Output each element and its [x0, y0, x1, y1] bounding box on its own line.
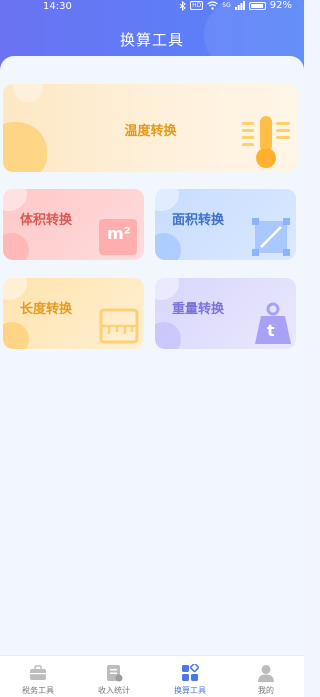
- card-decoration: [155, 278, 179, 300]
- status-time: 14:30: [43, 1, 72, 12]
- content-sheet: 温度转换 体积转换 m² 面积转换 长度转换 重量转换 t: [0, 56, 304, 656]
- weight-icon-text: t: [267, 321, 275, 340]
- tab-tax-tools[interactable]: 税务工具: [0, 656, 76, 697]
- tab-conversion-tools[interactable]: 换算工具: [152, 656, 228, 697]
- weight-label: 重量转换: [172, 302, 225, 317]
- battery-icon: [248, 1, 266, 10]
- status-bar: 14:30 HD 5G 92%: [0, 0, 304, 14]
- card-decoration: [155, 189, 179, 211]
- card-decoration: [3, 322, 29, 349]
- card-decoration: [155, 322, 181, 349]
- tab-profile[interactable]: 我的: [228, 656, 304, 697]
- area-card[interactable]: 面积转换: [155, 189, 296, 260]
- document-icon: [107, 665, 123, 682]
- wifi-icon: [207, 1, 219, 10]
- briefcase-icon: [30, 665, 46, 680]
- length-label: 长度转换: [20, 302, 73, 317]
- area-label: 面积转换: [172, 213, 225, 228]
- hd-badge: HD: [190, 1, 204, 10]
- card-decoration: [3, 233, 29, 260]
- weight-card[interactable]: 重量转换 t: [155, 278, 296, 349]
- grid-icon: [182, 664, 199, 681]
- temperature-card[interactable]: 温度转换: [3, 84, 298, 172]
- card-decoration: [155, 233, 181, 260]
- card-decoration: [3, 278, 27, 300]
- page-title: 换算工具: [119, 31, 184, 49]
- thermometer-icon: [242, 116, 290, 168]
- tab-income-stats[interactable]: 收入统计: [76, 656, 152, 697]
- volume-label: 体积转换: [20, 213, 73, 228]
- status-icons: HD 5G 92%: [179, 0, 292, 11]
- volume-card[interactable]: 体积转换 m²: [3, 189, 144, 260]
- card-decoration: [13, 84, 43, 102]
- volume-icon-text: m²: [107, 224, 131, 243]
- tab-label: 我的: [258, 686, 274, 695]
- tab-label: 换算工具: [174, 686, 206, 695]
- battery-percent: 92%: [269, 0, 292, 11]
- bottom-tabbar: 税务工具 收入统计 换算工具 我的: [0, 655, 304, 697]
- signal-icon: [234, 1, 245, 10]
- length-card[interactable]: 长度转换: [3, 278, 144, 349]
- card-decoration: [3, 189, 27, 211]
- area-square-icon: [252, 218, 290, 256]
- person-icon: [258, 665, 274, 682]
- cube-m2-icon: m²: [99, 219, 137, 255]
- tab-label: 税务工具: [22, 686, 54, 695]
- signal-label: 5G: [222, 2, 231, 9]
- ruler-icon: [99, 308, 139, 344]
- bluetooth-icon: [179, 0, 186, 11]
- tab-label: 收入统计: [98, 686, 130, 695]
